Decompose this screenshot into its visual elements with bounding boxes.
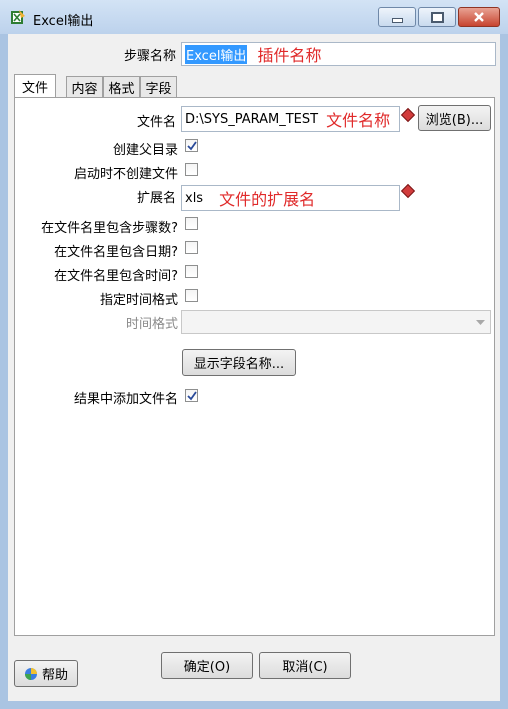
extension-input[interactable]: xls 文件的扩展名 [181, 185, 400, 211]
tab-content[interactable]: 内容 [66, 76, 103, 97]
ok-button[interactable]: 确定(O) [161, 652, 253, 679]
no-create-on-start-label: 启动时不创建文件 [73, 167, 178, 182]
dropdown-arrow-icon[interactable] [470, 311, 490, 333]
extension-note: 文件的扩展名 [219, 190, 316, 209]
filename-note: 文件名称 [326, 111, 391, 130]
title-bar: Excel输出 [0, 0, 508, 34]
checkmark-icon [186, 140, 197, 150]
include-stepnr-checkbox[interactable] [185, 217, 198, 230]
step-name-label: 步骤名称 [123, 49, 176, 64]
help-icon [24, 667, 37, 680]
include-time-label: 在文件名里包含时间? [54, 269, 178, 284]
step-name-value: Excel输出 [185, 44, 248, 64]
include-stepnr-label: 在文件名里包含步骤数? [41, 221, 178, 236]
cancel-button[interactable]: 取消(C) [259, 652, 351, 679]
app-icon [10, 9, 26, 25]
browse-button[interactable]: 浏览(B)... [418, 105, 491, 131]
tab-file[interactable]: 文件 [14, 74, 56, 98]
close-button[interactable] [458, 7, 500, 27]
extension-value: xls [185, 190, 204, 206]
minimize-icon [391, 17, 403, 23]
include-date-checkbox[interactable] [185, 241, 198, 254]
step-name-input[interactable]: Excel输出 插件名称 [181, 42, 496, 66]
add-to-result-label: 结果中添加文件名 [73, 392, 178, 407]
time-format-label: 时间格式 [125, 317, 178, 332]
show-fields-button[interactable]: 显示字段名称... [182, 349, 296, 376]
filename-label: 文件名 [136, 115, 176, 130]
filename-value: D:\SYS_PARAM_TEST [185, 111, 319, 127]
extension-label: 扩展名 [136, 191, 176, 206]
minimize-button[interactable] [378, 7, 416, 27]
help-button[interactable]: 帮助 [14, 660, 78, 687]
time-format-select[interactable] [181, 310, 491, 334]
step-name-note: 插件名称 [257, 46, 322, 65]
create-parent-checkbox[interactable] [185, 139, 198, 152]
help-label: 帮助 [41, 668, 68, 683]
window-title: Excel输出 [33, 14, 94, 29]
include-date-label: 在文件名里包含日期? [54, 245, 178, 260]
close-icon [474, 12, 484, 22]
add-to-result-checkbox[interactable] [185, 389, 198, 402]
tab-fields[interactable]: 字段 [140, 76, 177, 97]
maximize-button[interactable] [418, 7, 456, 27]
include-time-checkbox[interactable] [185, 265, 198, 278]
create-parent-label: 创建父目录 [112, 143, 178, 158]
tab-format[interactable]: 格式 [103, 76, 140, 97]
no-create-on-start-checkbox[interactable] [185, 163, 198, 176]
specify-time-format-label: 指定时间格式 [99, 293, 178, 308]
filename-input[interactable]: D:\SYS_PARAM_TEST 文件名称 [181, 106, 400, 132]
specify-time-format-checkbox[interactable] [185, 289, 198, 302]
checkmark-icon [186, 390, 197, 400]
maximize-icon [430, 11, 444, 23]
